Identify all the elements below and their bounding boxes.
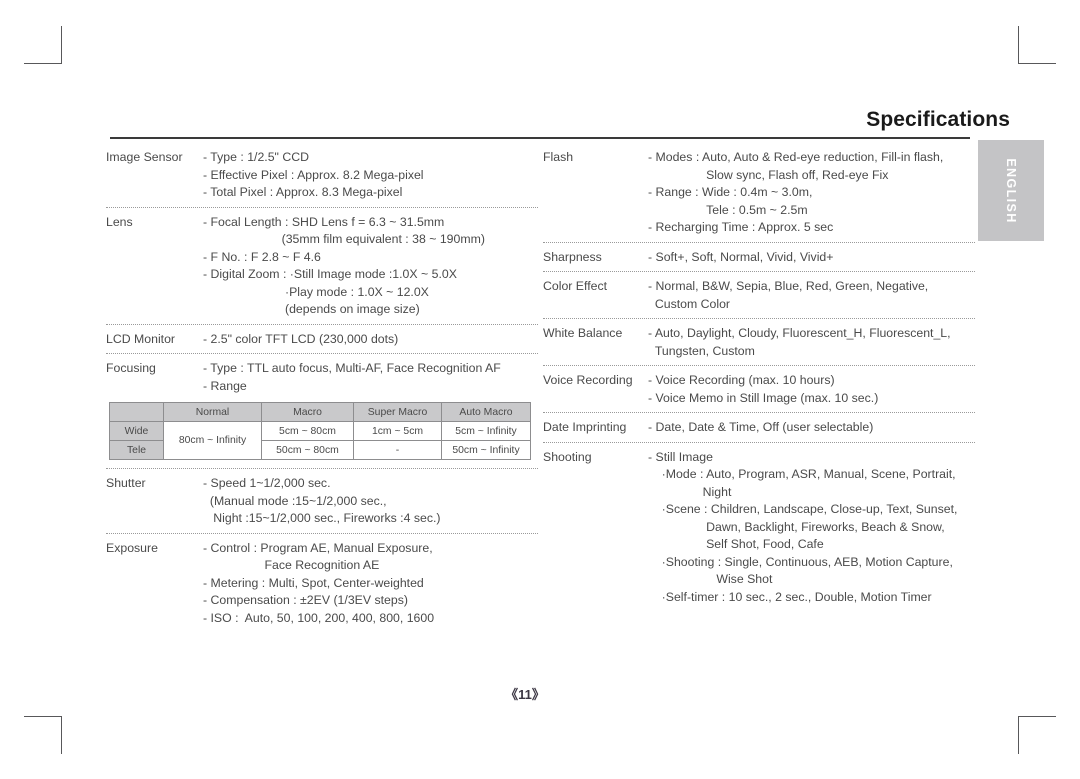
spec-label: Sharpness: [543, 249, 602, 264]
spec-value: - Auto, Daylight, Cloudy, Fluorescent_H,…: [648, 326, 951, 358]
spec-value: - Speed 1~1/2,000 sec. (Manual mode :15~…: [203, 476, 441, 525]
spec-label: Flash: [543, 150, 574, 164]
table-cell-macro-tele: 50cm ~ 80cm: [261, 440, 354, 460]
spec-label: Focusing: [106, 361, 156, 375]
table-header-cell-blank: [109, 402, 164, 422]
table-row-header-tele: Tele: [109, 440, 164, 460]
table-header-cell-auto-macro: Auto Macro: [441, 402, 531, 422]
table-cell-super-macro-tele: -: [353, 440, 442, 460]
table-header-row: Normal Macro Super Macro Auto Macro: [109, 402, 531, 422]
table-row-header-wide: Wide: [109, 421, 164, 441]
spec-row-color-effect: Color Effect - Normal, B&W, Sepia, Blue,…: [543, 271, 975, 318]
crop-mark-line-vertical: [61, 26, 62, 64]
spec-label: LCD Monitor: [106, 331, 176, 346]
spec-row-flash: Flash - Modes : Auto, Auto & Red-eye red…: [543, 143, 975, 242]
crop-mark-bottom-right: [1018, 716, 1056, 754]
spec-label: Date Imprinting: [543, 420, 627, 434]
spec-value: - Still Image ·Mode : Auto, Program, ASR…: [648, 449, 958, 604]
spec-value: - Control : Program AE, Manual Exposure,…: [203, 540, 435, 625]
spec-value: - Date, Date & Time, Off (user selectabl…: [648, 420, 874, 434]
page-number: 《11》: [505, 687, 545, 702]
specifications-page: { "page": { "title": "Specifications", "…: [0, 0, 1080, 779]
spec-row-shooting: Shooting - Still Image ·Mode : Auto, Pro…: [543, 441, 975, 612]
language-tab-label: ENGLISH: [1004, 157, 1018, 224]
spec-label: Shooting: [543, 449, 592, 464]
spec-label: Exposure: [106, 540, 158, 555]
spec-row-image-sensor: Image Sensor - Type : 1/2.5" CCD - Effec…: [106, 143, 538, 207]
spec-value: - Modes : Auto, Auto & Red-eye reduction…: [648, 150, 944, 234]
table-header-cell-super-macro: Super Macro: [353, 402, 442, 422]
spec-value: - 2.5" color TFT LCD (230,000 dots): [203, 331, 399, 346]
page-title: Specifications: [866, 108, 1010, 131]
table-header-cell-normal: Normal: [163, 402, 262, 422]
table-row: Wide 80cm ~ Infinity 5cm ~ 80cm 1cm ~ 5c…: [109, 421, 531, 460]
spec-label: White Balance: [543, 326, 623, 340]
spec-value: - Focal Length : SHD Lens f = 6.3 ~ 31.5…: [203, 214, 485, 317]
spec-value: - Normal, B&W, Sepia, Blue, Red, Green, …: [648, 279, 929, 311]
spec-row-white-balance: White Balance - Auto, Daylight, Cloudy, …: [543, 318, 975, 365]
table-cell-auto-macro-wide: 5cm ~ Infinity: [441, 421, 531, 441]
table-cell-macro-wide: 5cm ~ 80cm: [261, 421, 354, 441]
crop-mark-line-horizontal: [1018, 63, 1056, 64]
spec-value: - Type : TTL auto focus, Multi-AF, Face …: [203, 361, 501, 393]
spec-value: - Type : 1/2.5" CCD - Effective Pixel : …: [203, 150, 424, 199]
spec-row-lcd-monitor: LCD Monitor - 2.5" color TFT LCD (230,00…: [106, 323, 538, 354]
focus-range-table: Normal Macro Super Macro Auto Macro Wide…: [109, 402, 531, 460]
spec-column-right: Flash - Modes : Auto, Auto & Red-eye red…: [543, 143, 975, 611]
spec-value: - Voice Recording (max. 10 hours) - Voic…: [648, 373, 879, 405]
spec-row-lens: Lens - Focal Length : SHD Lens f = 6.3 ~…: [106, 206, 538, 324]
crop-mark-top-left: [24, 26, 62, 64]
crop-mark-line-vertical: [1018, 716, 1019, 754]
spec-label: Voice Recording: [543, 373, 633, 387]
spec-value: - Soft+, Soft, Normal, Vivid, Vivid+: [648, 249, 834, 264]
table-cell-super-macro-wide: 1cm ~ 5cm: [353, 421, 442, 441]
crop-mark-line-vertical: [61, 716, 62, 754]
spec-row-date-imprinting: Date Imprinting - Date, Date & Time, Off…: [543, 412, 975, 442]
crop-mark-line-horizontal: [1018, 716, 1056, 717]
table-header-cell-macro: Macro: [261, 402, 354, 422]
title-divider-rule: [110, 137, 970, 139]
table-cell-auto-macro-tele: 50cm ~ Infinity: [441, 440, 531, 460]
spec-row-shutter: Shutter - Speed 1~1/2,000 sec. (Manual m…: [106, 468, 538, 533]
crop-mark-line-horizontal: [24, 716, 62, 717]
crop-mark-line-horizontal: [24, 63, 62, 64]
spec-row-exposure: Exposure - Control : Program AE, Manual …: [106, 532, 538, 633]
language-tab-english: ENGLISH: [978, 140, 1044, 241]
spec-label: Lens: [106, 214, 133, 229]
spec-label: Color Effect: [543, 279, 608, 293]
spec-label: Image Sensor: [106, 150, 183, 164]
spec-row-sharpness: Sharpness - Soft+, Soft, Normal, Vivid, …: [543, 241, 975, 272]
focus-range-table-container: Normal Macro Super Macro Auto Macro Wide…: [106, 400, 538, 468]
crop-mark-top-right: [1018, 26, 1056, 64]
spec-label: Shutter: [106, 476, 146, 490]
table-cell-normal-range: 80cm ~ Infinity: [163, 421, 262, 460]
spec-column-left: Image Sensor - Type : 1/2.5" CCD - Effec…: [106, 143, 538, 632]
spec-row-focusing: Focusing - Type : TTL auto focus, Multi-…: [106, 353, 538, 400]
crop-mark-line-vertical: [1018, 26, 1019, 64]
spec-row-voice-recording: Voice Recording - Voice Recording (max. …: [543, 365, 975, 412]
crop-mark-bottom-left: [24, 716, 62, 754]
